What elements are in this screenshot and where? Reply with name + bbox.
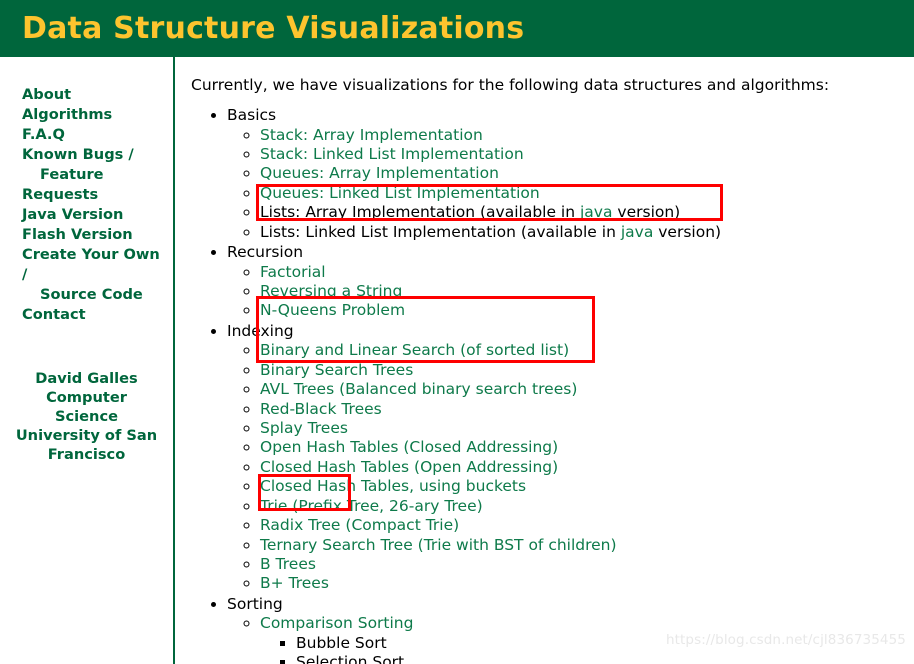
link-radix-tree[interactable]: Radix Tree (Compact Trie) (260, 516, 459, 534)
category-label: Sorting (227, 594, 283, 613)
sidebar-item-label-cont: / (22, 266, 28, 283)
link-ternary-search-tree[interactable]: Ternary Search Tree (Trie with BST of ch… (260, 536, 617, 554)
link-queues-linked-list[interactable]: Queues: Linked List Implementation (260, 184, 540, 202)
sidebar-item-known-bugs[interactable]: Known Bugs / Feature (22, 145, 173, 185)
sidebar-item-label: Flash Version (22, 226, 133, 243)
category-label: Recursion (227, 243, 304, 262)
sidebar-item-contact[interactable]: Contact (22, 305, 173, 325)
list-item: Binary Search Trees (260, 361, 914, 380)
category-recursion: Recursion Factorial Reversing a String N… (227, 242, 914, 321)
sidebar-item-create-your-own[interactable]: Create Your Own / (22, 245, 173, 285)
list-item: Binary and Linear Search (of sorted list… (260, 341, 914, 360)
sidebar-nav: About Algorithms F.A.Q Known Bugs / Feat… (0, 85, 173, 325)
link-splay-trees[interactable]: Splay Trees (260, 419, 348, 437)
link-red-black-trees[interactable]: Red-Black Trees (260, 400, 382, 418)
author-block: David Galles Computer Science University… (0, 369, 173, 464)
link-avl-trees[interactable]: AVL Trees (Balanced binary search trees) (260, 380, 577, 398)
lists-linked-prefix: Lists: Linked List Implementation (avail… (260, 222, 621, 241)
link-closed-hash-tables-buckets[interactable]: Closed Hash Tables, using buckets (260, 477, 526, 495)
link-queues-array[interactable]: Queues: Array Implementation (260, 164, 499, 182)
link-comparison-sorting[interactable]: Comparison Sorting (260, 614, 413, 632)
sidebar-item-about[interactable]: About (22, 85, 173, 105)
page-title: Data Structure Visualizations (22, 10, 525, 46)
list-item: Red-Black Trees (260, 400, 914, 419)
sidebar-item-java-version[interactable]: Java Version (22, 205, 173, 225)
list-item: Ternary Search Tree (Trie with BST of ch… (260, 536, 914, 555)
list-item: Factorial (260, 263, 914, 282)
list-item: B Trees (260, 555, 914, 574)
label-bubble-sort: Bubble Sort (296, 633, 387, 652)
list-item: B+ Trees (260, 574, 914, 593)
sidebar-item-label: Create Your Own (22, 246, 160, 263)
list-item: Lists: Array Implementation (available i… (260, 203, 914, 222)
sidebar-item-flash-version[interactable]: Flash Version (22, 225, 173, 245)
category-label: Basics (227, 106, 277, 124)
link-b-trees[interactable]: B Trees (260, 555, 316, 573)
list-item: Closed Hash Tables (Open Addressing) (260, 458, 914, 477)
link-closed-hash-tables[interactable]: Closed Hash Tables (Open Addressing) (260, 458, 558, 476)
visualization-category-list: Basics Stack: Array Implementation Stack… (191, 105, 914, 664)
list-item: Stack: Linked List Implementation (260, 145, 914, 164)
sidebar: About Algorithms F.A.Q Known Bugs / Feat… (0, 57, 175, 664)
intro-paragraph: Currently, we have visualizations for th… (191, 76, 830, 94)
list-item: Reversing a String (260, 282, 914, 301)
link-b-plus-trees[interactable]: B+ Trees (260, 574, 329, 592)
link-open-hash-tables[interactable]: Open Hash Tables (Closed Addressing) (260, 438, 558, 456)
recursion-item-list: Factorial Reversing a String N-Queens Pr… (227, 263, 914, 321)
body-area: About Algorithms F.A.Q Known Bugs / Feat… (0, 57, 914, 664)
list-item: Trie (Prefix Tree, 26-ary Tree) (260, 497, 914, 516)
link-stack-array[interactable]: Stack: Array Implementation (260, 126, 483, 144)
author-department: Computer Science (46, 389, 127, 425)
list-item: Queues: Linked List Implementation (260, 184, 914, 203)
label-selection-sort: Selection Sort (296, 653, 405, 664)
watermark: https://blog.csdn.net/cjl836735455 (665, 632, 906, 648)
indexing-item-list: Binary and Linear Search (of sorted list… (227, 341, 914, 593)
list-item: Closed Hash Tables, using buckets (260, 477, 914, 496)
category-label: Indexing (227, 321, 294, 340)
author-university-line2: Francisco (47, 446, 126, 463)
list-item: Splay Trees (260, 419, 914, 438)
category-sorting: Sorting Comparison Sorting Bubble Sort S… (227, 594, 914, 664)
link-binary-search-trees[interactable]: Binary Search Trees (260, 361, 413, 379)
link-reversing-a-string[interactable]: Reversing a String (260, 282, 402, 300)
sidebar-item-label: Requests (22, 186, 99, 203)
main-content: Currently, we have visualizations for th… (175, 57, 914, 664)
category-indexing: Indexing Binary and Linear Search (of so… (227, 321, 914, 594)
list-item: Radix Tree (Compact Trie) (260, 516, 914, 535)
lists-linked-suffix: version) (653, 222, 722, 241)
list-item: AVL Trees (Balanced binary search trees) (260, 380, 914, 399)
list-item: Stack: Array Implementation (260, 126, 914, 145)
header-banner: Data Structure Visualizations (0, 0, 914, 57)
sidebar-item-label: Java Version (22, 206, 124, 223)
list-item: Open Hash Tables (Closed Addressing) (260, 438, 914, 457)
lists-array-suffix: version) (612, 203, 681, 222)
sidebar-item-label: Source Code (40, 286, 143, 303)
link-java-lists-linked[interactable]: java (621, 223, 653, 241)
list-item: Selection Sort (296, 653, 914, 664)
list-item: N-Queens Problem (260, 301, 914, 320)
sidebar-item-label: About (22, 86, 72, 103)
category-basics: Basics Stack: Array Implementation Stack… (227, 105, 914, 242)
link-factorial[interactable]: Factorial (260, 263, 326, 281)
link-trie[interactable]: Trie (Prefix Tree, 26-ary Tree) (260, 497, 483, 515)
author-university-line1: University of San (15, 427, 158, 444)
basics-item-list: Stack: Array Implementation Stack: Linke… (227, 126, 914, 242)
link-binary-and-linear-search[interactable]: Binary and Linear Search (of sorted list… (260, 341, 569, 359)
link-n-queens-problem[interactable]: N-Queens Problem (260, 301, 405, 319)
list-item: Lists: Linked List Implementation (avail… (260, 223, 914, 242)
sidebar-item-label: Known Bugs / (22, 146, 134, 163)
sidebar-item-label-cont: Feature (40, 166, 104, 183)
sidebar-item-label: F.A.Q (22, 126, 65, 143)
sidebar-item-source-code[interactable]: Source Code (22, 285, 173, 305)
sidebar-item-algorithms[interactable]: Algorithms (22, 105, 173, 125)
author-name: David Galles (35, 370, 138, 387)
link-stack-linked-list[interactable]: Stack: Linked List Implementation (260, 145, 524, 163)
sidebar-item-faq[interactable]: F.A.Q (22, 125, 173, 145)
sidebar-item-label: Algorithms (22, 106, 113, 123)
lists-array-prefix: Lists: Array Implementation (available i… (260, 203, 580, 222)
list-item: Queues: Array Implementation (260, 164, 914, 183)
sidebar-item-requests[interactable]: Requests (22, 185, 173, 205)
link-java-lists-array[interactable]: java (580, 203, 612, 221)
sidebar-item-label: Contact (22, 306, 86, 323)
